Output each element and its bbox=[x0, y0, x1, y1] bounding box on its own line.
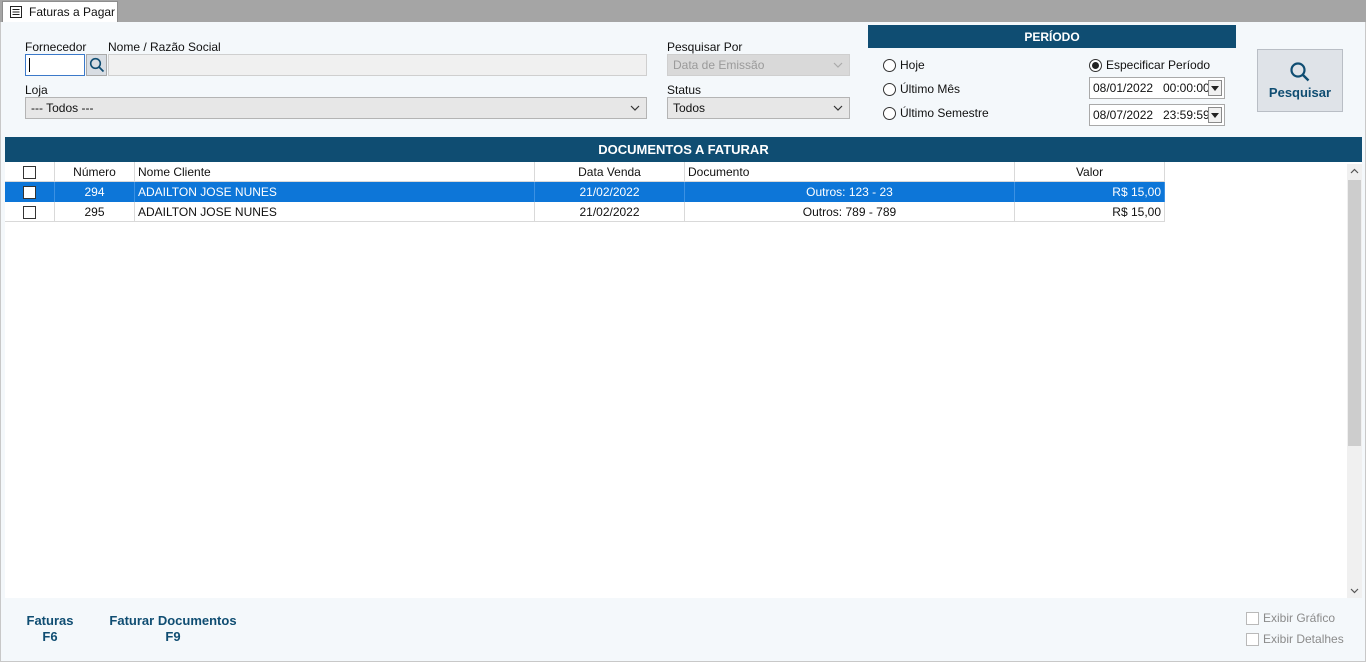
select-all-cell[interactable] bbox=[5, 162, 55, 182]
radio-ultimo-semestre[interactable]: Último Semestre bbox=[883, 106, 989, 120]
cell-valor: R$ 15,00 bbox=[1015, 182, 1165, 202]
vertical-scrollbar[interactable] bbox=[1347, 164, 1362, 598]
faturas-shortcut: F6 bbox=[42, 629, 58, 644]
triangle-down-icon bbox=[1211, 112, 1219, 118]
select-all-checkbox[interactable] bbox=[23, 165, 36, 179]
grid-header-row: Número Nome Cliente Data Venda Documento… bbox=[5, 162, 1165, 182]
cell-valor: R$ 15,00 bbox=[1015, 202, 1165, 222]
cell-cliente: ADAILTON JOSE NUNES bbox=[135, 182, 535, 202]
faturas-label: Faturas bbox=[26, 613, 74, 628]
column-header-numero[interactable]: Número bbox=[55, 162, 135, 182]
cell-data: 21/02/2022 bbox=[535, 202, 685, 222]
chevron-down-icon bbox=[630, 105, 640, 111]
cell-documento: Outros: 123 - 23 bbox=[685, 182, 1015, 202]
search-icon bbox=[89, 57, 104, 73]
faturar-documentos-button[interactable]: Faturar Documentos F9 bbox=[107, 613, 239, 645]
radio-hoje[interactable]: Hoje bbox=[883, 58, 925, 72]
periodo-header: PERÍODO bbox=[868, 25, 1236, 48]
nome-razao-social-input bbox=[108, 54, 647, 76]
fornecedor-input[interactable] bbox=[25, 54, 85, 76]
chevron-down-icon bbox=[833, 105, 843, 111]
tab-label: Faturas a Pagar bbox=[29, 5, 116, 19]
exibir-detalhes-checkbox: Exibir Detalhes bbox=[1246, 632, 1344, 646]
chevron-up-icon bbox=[1350, 168, 1359, 174]
radio-circle bbox=[883, 106, 896, 120]
start-datetime-picker[interactable]: 08/01/2022 00:00:00 bbox=[1089, 77, 1225, 99]
tab-faturas-a-pagar[interactable]: Faturas a Pagar bbox=[2, 1, 118, 22]
end-time: 23:59:59 bbox=[1163, 108, 1210, 122]
radio-label: Último Mês bbox=[900, 82, 961, 96]
checkbox-box bbox=[1246, 611, 1259, 625]
fornecedor-search-button[interactable] bbox=[86, 54, 107, 76]
pesquisar-por-select: Data de Emissão bbox=[667, 54, 850, 76]
radio-circle bbox=[883, 58, 896, 72]
radio-label: Último Semestre bbox=[900, 106, 989, 120]
row-checkbox-cell[interactable] bbox=[5, 202, 55, 222]
loja-select-value: --- Todos --- bbox=[31, 101, 94, 115]
documents-grid: Número Nome Cliente Data Venda Documento… bbox=[5, 162, 1362, 598]
radio-ultimo-mes[interactable]: Último Mês bbox=[883, 82, 960, 96]
calendar-dropdown-button[interactable] bbox=[1208, 107, 1222, 123]
cell-cliente: ADAILTON JOSE NUNES bbox=[135, 202, 535, 222]
chevron-down-icon bbox=[1350, 588, 1359, 594]
faturar-label: Faturar Documentos bbox=[109, 613, 237, 628]
row-checkbox-cell[interactable] bbox=[5, 182, 55, 202]
row-checkbox[interactable] bbox=[23, 205, 36, 219]
faturar-shortcut: F9 bbox=[165, 629, 181, 644]
scroll-up-arrow[interactable] bbox=[1347, 164, 1362, 178]
radio-especificar-periodo[interactable]: Especificar Período bbox=[1089, 58, 1210, 72]
loja-select[interactable]: --- Todos --- bbox=[25, 97, 647, 119]
start-time: 00:00:00 bbox=[1163, 81, 1210, 95]
document-list-icon bbox=[10, 6, 22, 18]
cell-numero: 294 bbox=[55, 182, 135, 202]
scrollbar-thumb[interactable] bbox=[1348, 180, 1361, 446]
main-panel: Fornecedor Nome / Razão Social Loja --- … bbox=[0, 22, 1366, 662]
pesquisar-button[interactable]: Pesquisar bbox=[1257, 49, 1343, 112]
loja-label: Loja bbox=[25, 83, 48, 97]
end-date: 08/07/2022 bbox=[1093, 108, 1154, 122]
cell-numero: 295 bbox=[55, 202, 135, 222]
tab-bar: Faturas a Pagar bbox=[0, 0, 1366, 22]
radio-circle-selected bbox=[1089, 58, 1102, 72]
column-header-nome-cliente[interactable]: Nome Cliente bbox=[135, 162, 535, 182]
exibir-detalhes-label: Exibir Detalhes bbox=[1263, 632, 1344, 646]
radio-label: Hoje bbox=[900, 58, 925, 72]
status-select-value: Todos bbox=[673, 101, 706, 115]
chevron-down-icon bbox=[833, 62, 843, 68]
radio-circle bbox=[883, 82, 896, 96]
status-select[interactable]: Todos bbox=[667, 97, 850, 119]
pesquisar-por-label: Pesquisar Por bbox=[667, 40, 743, 54]
faturas-button[interactable]: Faturas F6 bbox=[23, 613, 77, 645]
column-header-documento[interactable]: Documento bbox=[685, 162, 1015, 182]
checkbox-box bbox=[1246, 632, 1259, 646]
scroll-down-arrow[interactable] bbox=[1347, 584, 1362, 598]
exibir-grafico-checkbox: Exibir Gráfico bbox=[1246, 611, 1335, 625]
pesquisar-label: Pesquisar bbox=[1268, 85, 1332, 100]
status-label: Status bbox=[667, 83, 702, 97]
cell-data: 21/02/2022 bbox=[535, 182, 685, 202]
cell-documento: Outros: 789 - 789 bbox=[685, 202, 1015, 222]
table-row[interactable]: 295 ADAILTON JOSE NUNES 21/02/2022 Outro… bbox=[5, 202, 1165, 222]
triangle-down-icon bbox=[1211, 85, 1219, 91]
end-datetime-picker[interactable]: 08/07/2022 23:59:59 bbox=[1089, 104, 1225, 126]
exibir-grafico-label: Exibir Gráfico bbox=[1263, 611, 1336, 625]
row-checkbox[interactable] bbox=[23, 185, 36, 199]
radio-label: Especificar Período bbox=[1106, 58, 1211, 72]
fornecedor-label: Fornecedor bbox=[25, 40, 87, 54]
pesquisar-por-value: Data de Emissão bbox=[673, 58, 765, 72]
column-header-data-venda[interactable]: Data Venda bbox=[535, 162, 685, 182]
table-row[interactable]: 294 ADAILTON JOSE NUNES 21/02/2022 Outro… bbox=[5, 182, 1165, 202]
start-date: 08/01/2022 bbox=[1093, 81, 1154, 95]
documentos-header: DOCUMENTOS A FATURAR bbox=[5, 137, 1362, 162]
nome-label: Nome / Razão Social bbox=[108, 40, 221, 54]
column-header-valor[interactable]: Valor bbox=[1015, 162, 1165, 182]
search-icon bbox=[1290, 62, 1310, 82]
calendar-dropdown-button[interactable] bbox=[1208, 80, 1222, 96]
